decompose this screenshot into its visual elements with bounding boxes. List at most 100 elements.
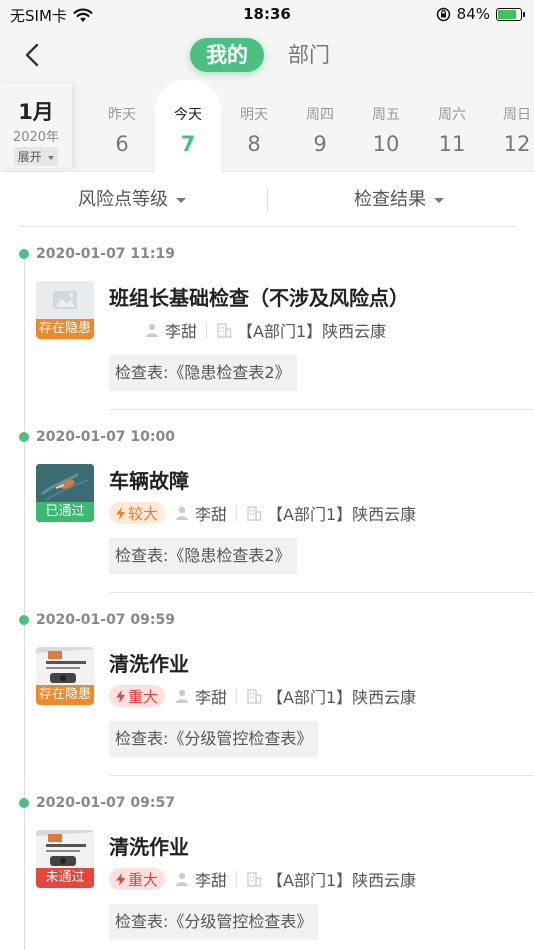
tab-mine[interactable]: 我的 <box>190 38 264 72</box>
caret-down-icon <box>434 197 444 203</box>
day-date: 11 <box>438 132 466 156</box>
person-icon <box>176 872 189 886</box>
day-today[interactable]: 今天 7 <box>155 80 221 172</box>
day-sat[interactable]: 周六 11 <box>419 80 485 172</box>
check-table-label: 检查表:《隐患检查表2》 <box>109 355 297 391</box>
entry-time: 2020-01-07 09:57 <box>36 795 175 811</box>
separator <box>236 688 238 704</box>
status-badge: 存在隐患 <box>36 319 94 339</box>
entry-meta: 重大 李甜 【A部门1】陕西云康 <box>109 866 416 892</box>
risk-level-badge: 较大 <box>109 502 166 524</box>
filter-divider <box>267 188 268 212</box>
person-icon <box>176 689 189 703</box>
day-date: 7 <box>180 132 196 156</box>
result-label: 检查结果 <box>354 189 426 210</box>
month-selector: 1月 2020年 展开 <box>0 84 72 168</box>
entry-title: 车辆故障 <box>109 469 189 493</box>
department-name: 【A部门1】陕西云康 <box>267 688 417 707</box>
back-button[interactable] <box>18 40 48 70</box>
risk-level-filter[interactable]: 风险点等级 <box>78 172 186 227</box>
entry-meta: 李甜 【A部门1】陕西云康 <box>145 317 386 343</box>
day-tomorrow[interactable]: 明天 8 <box>221 80 287 172</box>
risk-level-badge: 重大 <box>109 685 166 707</box>
entry-thumbnail: 存在隐患 <box>36 281 94 339</box>
entry-title: 班组长基础检查（不涉及风险点） <box>109 286 409 310</box>
timeline-dot <box>19 798 29 808</box>
timeline-dot <box>19 615 29 625</box>
person-name: 李甜 <box>195 688 228 707</box>
status-badge: 未通过 <box>36 868 94 888</box>
caret-down-icon <box>48 155 55 160</box>
image-placeholder-icon <box>36 281 94 321</box>
day-name: 周六 <box>438 107 466 123</box>
risk-level-label: 风险点等级 <box>78 189 168 210</box>
check-table-label: 检查表:《隐患检查表2》 <box>109 538 297 574</box>
day-fri[interactable]: 周五 10 <box>353 80 419 172</box>
day-name: 周四 <box>306 107 334 123</box>
caret-down-icon <box>176 197 186 203</box>
year-label: 2020年 <box>12 130 60 145</box>
entry-title: 清洗作业 <box>109 835 189 859</box>
day-name: 周五 <box>372 107 400 123</box>
person-name: 李甜 <box>195 505 228 524</box>
day-date: 9 <box>313 132 327 156</box>
entry-divider <box>109 592 534 593</box>
entry-meta: 较大 李甜 【A部门1】陕西云康 <box>109 500 416 526</box>
entry-time: 2020-01-07 09:59 <box>36 612 175 628</box>
day-date: 10 <box>372 132 400 156</box>
battery-icon <box>496 7 525 21</box>
entry-thumbnail: 存在隐患 <box>36 647 94 705</box>
risk-level-label: 较大 <box>128 504 159 523</box>
building-icon <box>217 323 232 338</box>
photo-thumbnail-icon <box>36 464 94 504</box>
photo-thumbnail-icon <box>36 830 94 870</box>
risk-level-label: 重大 <box>128 687 159 706</box>
timeline-dot <box>19 432 29 442</box>
building-icon <box>247 506 262 521</box>
result-filter[interactable]: 检查结果 <box>354 172 444 227</box>
entry-divider <box>109 409 534 410</box>
day-name: 明天 <box>240 107 268 123</box>
person-name: 李甜 <box>195 871 228 890</box>
lightning-icon <box>116 506 125 520</box>
entry-thumbnail: 未通过 <box>36 830 94 888</box>
day-thu[interactable]: 周四 9 <box>287 80 353 172</box>
day-date: 12 <box>503 132 531 156</box>
department-name: 【A部门1】陕西云康 <box>237 322 387 341</box>
day-date: 8 <box>247 132 261 156</box>
status-right: 84% <box>436 5 525 23</box>
entry-time: 2020-01-07 10:00 <box>36 429 175 445</box>
orientation-lock-icon <box>436 7 450 21</box>
nav-bar: 我的 部门 <box>0 30 534 80</box>
check-table-label: 检查表:《分级管控检查表》 <box>109 721 319 757</box>
risk-level-badge: 重大 <box>109 868 166 890</box>
timeline-dot <box>19 249 29 259</box>
separator <box>236 505 238 521</box>
timeline-line <box>24 256 25 950</box>
status-badge: 已通过 <box>36 502 94 522</box>
day-yesterday[interactable]: 昨天 6 <box>89 80 155 172</box>
month-label: 1月 <box>18 100 54 124</box>
check-table-label: 检查表:《分级管控检查表》 <box>109 904 319 940</box>
entry-time: 2020-01-07 11:19 <box>36 246 175 262</box>
person-icon <box>176 506 189 520</box>
day-date: 6 <box>115 132 129 156</box>
battery-percent: 84% <box>456 5 490 23</box>
expand-label: 展开 <box>17 150 42 164</box>
chevron-left-icon <box>25 43 39 67</box>
expand-button[interactable]: 展开 <box>13 147 59 166</box>
entry-title: 清洗作业 <box>109 652 189 676</box>
risk-level-label: 重大 <box>128 870 159 889</box>
entry-thumbnail: 已通过 <box>36 464 94 522</box>
separator <box>236 871 238 887</box>
day-name: 昨天 <box>108 107 136 123</box>
entry-divider <box>109 775 534 776</box>
separator <box>206 322 208 338</box>
person-name: 李甜 <box>165 322 198 341</box>
day-sun[interactable]: 周日 12 <box>484 80 534 172</box>
building-icon <box>247 872 262 887</box>
department-name: 【A部门1】陕西云康 <box>267 505 417 524</box>
tab-dept[interactable]: 部门 <box>282 38 336 72</box>
photo-thumbnail-icon <box>36 647 94 687</box>
building-icon <box>247 689 262 704</box>
